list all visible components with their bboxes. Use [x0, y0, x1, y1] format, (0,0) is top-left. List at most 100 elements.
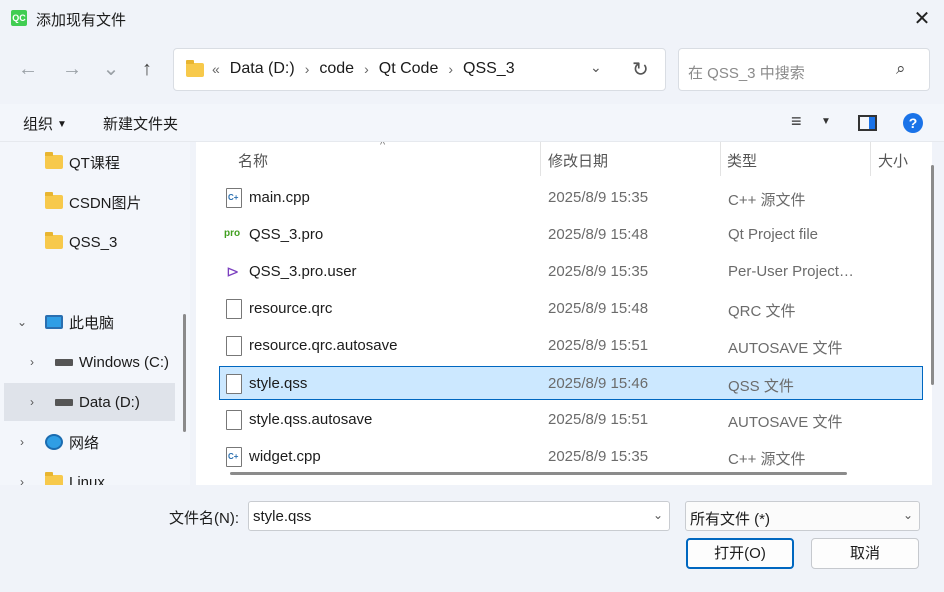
chevron-right-icon[interactable]: ›: [30, 395, 34, 409]
file-icon: [226, 374, 242, 394]
file-modified: 2025/8/9 15:46: [548, 375, 649, 392]
sidebar-item-label: 网络: [69, 434, 100, 452]
caret-down-icon: ▼: [57, 119, 67, 130]
file-list-vertical-scrollbar[interactable]: [931, 165, 934, 385]
address-dropdown-icon[interactable]: ⌄: [590, 59, 602, 76]
file-type-select[interactable]: 所有文件 (*) ⌄: [685, 501, 920, 531]
breadcrumb-item[interactable]: Data (D:): [230, 60, 295, 78]
table-row[interactable]: resource.qrc 2025/8/9 15:48 QRC 文件: [220, 292, 922, 326]
organize-menu-button[interactable]: 组织 ▼: [23, 113, 67, 134]
search-icon[interactable]: ⌕: [896, 59, 906, 79]
cancel-button[interactable]: 取消: [811, 538, 919, 569]
column-divider[interactable]: [870, 142, 871, 176]
chevron-right-icon[interactable]: ›: [20, 475, 24, 485]
column-header-modified[interactable]: 修改日期: [548, 142, 608, 176]
file-type: QSS 文件: [728, 378, 794, 395]
sidebar-item-linux[interactable]: › Linux: [0, 463, 178, 485]
up-button[interactable]: ↑: [132, 54, 162, 84]
sidebar-item-csdn-images[interactable]: CSDN图片: [0, 183, 178, 221]
drive-icon: [55, 398, 73, 406]
cpp-file-icon: [226, 447, 242, 467]
sidebar-item-network[interactable]: › 网络: [0, 423, 178, 461]
sidebar-item-label: Data (D:): [79, 393, 140, 411]
chevron-right-icon[interactable]: ›: [20, 435, 24, 449]
table-row[interactable]: widget.cpp 2025/8/9 15:35 C++ 源文件: [220, 440, 922, 474]
search-placeholder: 在 QSS_3 中搜索: [688, 65, 805, 82]
breadcrumb-item[interactable]: code: [319, 60, 354, 78]
windows-drive-icon: [55, 358, 73, 366]
file-name: style.qss: [249, 375, 308, 392]
close-button[interactable]: ✕: [906, 4, 938, 34]
breadcrumb-item[interactable]: QSS_3: [463, 60, 515, 78]
sidebar-item-windows-c[interactable]: › Windows (C:): [0, 343, 178, 381]
sidebar-item-this-pc[interactable]: ⌄ 此电脑: [0, 303, 178, 341]
breadcrumb: « Data (D:) › code › Qt Code › QSS_3: [212, 60, 515, 78]
column-divider[interactable]: [720, 142, 721, 176]
filename-label: 文件名(N):: [169, 510, 239, 527]
chevron-down-icon[interactable]: ⌄: [903, 508, 913, 522]
back-button[interactable]: ←: [13, 54, 43, 84]
sidebar-item-data-d[interactable]: › Data (D:): [4, 383, 175, 421]
file-type: C++ 源文件: [728, 451, 806, 468]
new-folder-button[interactable]: 新建文件夹: [103, 113, 178, 134]
column-header-size[interactable]: 大小: [878, 142, 908, 176]
open-button[interactable]: 打开(O): [686, 538, 794, 569]
column-header-type[interactable]: 类型: [727, 142, 757, 176]
sidebar-item-label: Windows (C:): [79, 353, 170, 371]
table-row[interactable]: style.qss.autosave 2025/8/9 15:51 AUTOSA…: [220, 403, 922, 437]
address-bar[interactable]: « Data (D:) › code › Qt Code › QSS_3 ⌄ ↻: [173, 48, 666, 91]
toolbar: 组织 ▼ 新建文件夹 ≡ ▼ ?: [0, 104, 944, 142]
table-row[interactable]: main.cpp 2025/8/9 15:35 C++ 源文件: [220, 181, 922, 215]
breadcrumb-item[interactable]: Qt Code: [379, 60, 439, 78]
column-divider[interactable]: [540, 142, 541, 176]
sidebar-item-label: CSDN图片: [69, 194, 142, 212]
sidebar-item-label: Linux: [69, 473, 105, 486]
sidebar-item-label: 此电脑: [69, 314, 115, 332]
breadcrumb-separator[interactable]: ›: [448, 61, 453, 77]
file-modified: 2025/8/9 15:35: [548, 189, 649, 206]
computer-icon: [45, 315, 63, 329]
folder-icon: [45, 472, 63, 485]
file-modified: 2025/8/9 15:51: [548, 411, 649, 428]
folder-icon: [45, 192, 63, 209]
breadcrumb-overflow[interactable]: «: [212, 61, 220, 77]
view-options-icon[interactable]: ≡: [791, 111, 802, 132]
file-name: QSS_3.pro: [249, 226, 324, 243]
filename-value: style.qss: [253, 508, 312, 525]
refresh-icon[interactable]: ↻: [632, 57, 649, 82]
file-modified: 2025/8/9 15:48: [548, 226, 649, 243]
filename-input[interactable]: style.qss ⌄: [248, 501, 670, 531]
file-list-horizontal-scrollbar[interactable]: [230, 472, 847, 475]
sort-ascending-icon: ^: [380, 142, 386, 151]
organize-label: 组织: [23, 116, 54, 133]
view-dropdown-icon[interactable]: ▼: [821, 116, 831, 127]
table-row[interactable]: QSS_3.pro 2025/8/9 15:48 Qt Project file: [220, 218, 922, 252]
sidebar-item-qss3[interactable]: QSS_3: [0, 223, 178, 261]
table-row[interactable]: QSS_3.pro.user 2025/8/9 15:35 Per-User P…: [220, 255, 922, 289]
recent-locations-button[interactable]: ⌄: [96, 54, 126, 84]
search-input[interactable]: 在 QSS_3 中搜索 ⌕: [678, 48, 930, 91]
navigation-scrollbar[interactable]: [183, 314, 186, 432]
file-icon: [226, 299, 242, 319]
network-icon: [45, 434, 63, 450]
file-type: QRC 文件: [728, 303, 796, 320]
chevron-right-icon[interactable]: ›: [30, 355, 34, 369]
forward-button[interactable]: →: [57, 54, 87, 84]
column-header-name[interactable]: 名称: [238, 142, 268, 176]
breadcrumb-separator[interactable]: ›: [364, 61, 369, 77]
sidebar-item-label: QT课程: [69, 154, 120, 172]
file-modified: 2025/8/9 15:48: [548, 300, 649, 317]
chevron-down-icon[interactable]: ⌄: [17, 315, 27, 329]
file-icon: [226, 410, 242, 430]
file-name: main.cpp: [249, 189, 310, 206]
file-type: AUTOSAVE 文件: [728, 414, 843, 431]
breadcrumb-separator[interactable]: ›: [305, 61, 310, 77]
chevron-down-icon[interactable]: ⌄: [653, 508, 663, 522]
table-row-selected[interactable]: style.qss 2025/8/9 15:46 QSS 文件: [219, 366, 923, 400]
help-icon[interactable]: ?: [903, 113, 923, 133]
sidebar-item-qt-course[interactable]: QT课程: [0, 143, 178, 181]
table-row[interactable]: resource.qrc.autosave 2025/8/9 15:51 AUT…: [220, 329, 922, 363]
file-name: QSS_3.pro.user: [249, 263, 357, 280]
file-modified: 2025/8/9 15:35: [548, 448, 649, 465]
preview-pane-icon[interactable]: [858, 115, 877, 131]
